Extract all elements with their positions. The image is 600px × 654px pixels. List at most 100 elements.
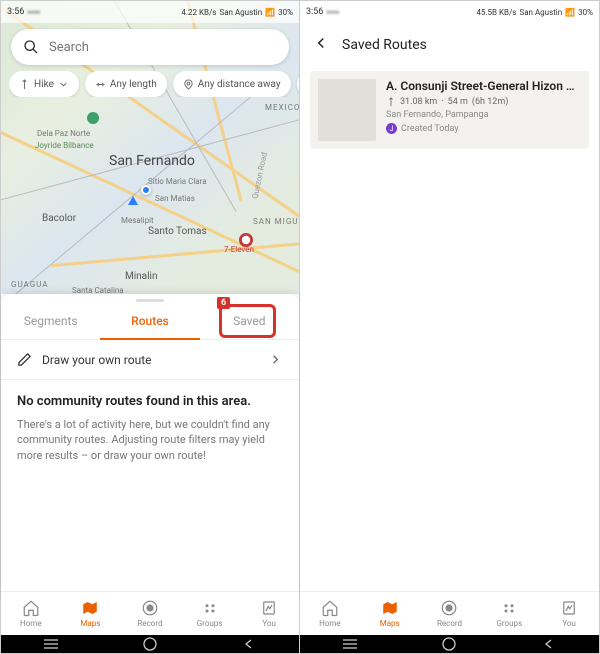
draw-label: Draw your own route — [42, 353, 151, 367]
tab-routes[interactable]: Routes — [100, 302, 199, 339]
nav-label: Groups — [197, 619, 223, 628]
chip-label: Hike — [34, 79, 54, 90]
search-icon — [23, 39, 39, 55]
status-loc: San Agustin — [519, 8, 562, 17]
nav-label: You — [262, 619, 276, 628]
status-bar: 3:56▪▪▪▪ 4.22 KB/s San Agustin 📶 30% — [1, 1, 299, 23]
pin-icon — [183, 79, 194, 90]
route-location: San Fernando, Pampanga — [386, 110, 581, 120]
back-button[interactable] — [312, 34, 330, 56]
saved-route-card[interactable]: A. Consunji Street-General Hizon Aven...… — [310, 71, 589, 149]
nav-record[interactable]: Record — [120, 592, 180, 635]
system-nav-bar — [1, 635, 299, 653]
empty-state: No community routes found in this area. … — [1, 380, 299, 477]
current-location-marker — [141, 185, 151, 195]
status-battery: 30% — [578, 8, 593, 17]
nav-maps[interactable]: Maps — [360, 592, 420, 635]
tab-segments[interactable]: Segments — [1, 302, 100, 339]
nav-record[interactable]: Record — [420, 592, 480, 635]
route-distance: 31.08 km — [400, 97, 437, 107]
nav-you[interactable]: You — [239, 592, 299, 635]
route-title: A. Consunji Street-General Hizon Aven... — [386, 79, 581, 93]
pencil-icon — [17, 352, 32, 367]
sys-back-button[interactable] — [229, 638, 269, 650]
nav-groups[interactable]: Groups — [479, 592, 539, 635]
status-bar: 3:56▪▪▪▪ 45.5B KB/s San Agustin 📶 30% — [300, 1, 599, 23]
map-label-san-fernando: San Fernando — [109, 153, 195, 169]
record-icon — [141, 599, 159, 617]
system-nav-bar — [300, 635, 599, 653]
direction-marker — [128, 196, 138, 205]
nav-label: Maps — [380, 619, 400, 628]
chip-label: Any distance away — [198, 79, 281, 90]
avatar: J — [386, 123, 397, 134]
ruler-icon — [95, 79, 106, 90]
status-net: 4.22 KB/s — [181, 8, 216, 17]
empty-body: There's a lot of activity here, but we c… — [17, 417, 283, 463]
draw-own-route-button[interactable]: Draw your own route — [1, 340, 299, 380]
bottom-nav: Home Maps Record Groups You — [1, 591, 299, 635]
nav-home[interactable]: Home — [1, 592, 61, 635]
map-label-bacolor: Bacolor — [42, 213, 76, 224]
filter-chip-difficulty[interactable]: Any difficulty — [297, 71, 299, 97]
nav-label: Groups — [496, 619, 522, 628]
sys-home-button[interactable] — [429, 638, 469, 650]
map-label-sitio: Sitio Maria Clara — [148, 177, 207, 186]
filter-chips-row: Hike Any length Any distance away Any di… — [9, 71, 299, 97]
page-title: Saved Routes — [342, 37, 427, 53]
nav-home[interactable]: Home — [300, 592, 360, 635]
map-label-joyride: Joyride Bilbance — [35, 141, 94, 150]
record-icon — [440, 599, 458, 617]
map-label-mesalipit: Mesalipit — [121, 216, 154, 225]
status-time: 3:56 — [306, 7, 323, 17]
page-header: Saved Routes — [300, 23, 599, 67]
filter-chip-length[interactable]: Any length — [85, 71, 167, 97]
map-label-santo-tomas: Santo Tomas — [148, 226, 207, 237]
tab-label: Segments — [24, 314, 78, 328]
status-net: 45.5B KB/s — [476, 8, 516, 17]
nav-label: Maps — [80, 619, 100, 628]
map-label-guagua: GUAGUA — [11, 280, 49, 289]
sheet-tabs: Segments Routes Saved 6 — [1, 302, 299, 340]
nav-label: Record — [137, 619, 162, 628]
chip-label: Any length — [110, 79, 157, 90]
poi-marker[interactable] — [239, 233, 253, 247]
sys-home-button[interactable] — [130, 638, 170, 650]
filter-chip-distance[interactable]: Any distance away — [173, 71, 291, 97]
sys-back-button[interactable] — [529, 638, 569, 650]
sys-menu-button[interactable] — [31, 638, 71, 650]
maps-icon — [381, 599, 399, 617]
home-icon — [22, 599, 40, 617]
hike-icon — [386, 97, 396, 107]
poi-marker-green[interactable] — [87, 112, 99, 124]
route-created: Created Today — [401, 124, 459, 134]
status-loc: San Agustin — [219, 8, 262, 17]
hike-icon — [19, 79, 30, 90]
groups-icon — [500, 599, 518, 617]
phone-saved-routes: 3:56▪▪▪▪ 45.5B KB/s San Agustin 📶 30% Sa… — [300, 1, 599, 653]
filter-chip-activity[interactable]: Hike — [9, 71, 79, 97]
callout-badge: 6 — [217, 297, 230, 309]
search-input[interactable] — [49, 40, 277, 55]
map-label-minalin: Minalin — [125, 271, 158, 282]
map-label-san-matias: San Matias — [155, 194, 195, 203]
search-bar[interactable] — [11, 29, 289, 65]
empty-title: No community routes found in this area. — [17, 394, 283, 409]
map-label-dela-paz: Dela Paz Norte — [37, 129, 90, 138]
route-thumbnail — [318, 79, 376, 141]
sys-menu-button[interactable] — [330, 638, 370, 650]
nav-groups[interactable]: Groups — [180, 592, 240, 635]
nav-label: You — [562, 619, 576, 628]
home-icon — [321, 599, 339, 617]
map-label-san-miguel: SAN MIGUEL — [253, 217, 299, 226]
nav-maps[interactable]: Maps — [61, 592, 121, 635]
status-time: 3:56 — [7, 7, 24, 17]
route-duration: (6h 12m) — [472, 97, 508, 107]
nav-you[interactable]: You — [539, 592, 599, 635]
you-icon — [560, 599, 578, 617]
route-elevation: 54 m — [448, 97, 468, 107]
maps-icon — [81, 599, 99, 617]
nav-label: Home — [319, 619, 341, 628]
phone-maps-tab: San Fernando Santo Tomas San Matias Siti… — [1, 1, 300, 653]
chevron-right-icon — [268, 352, 283, 367]
